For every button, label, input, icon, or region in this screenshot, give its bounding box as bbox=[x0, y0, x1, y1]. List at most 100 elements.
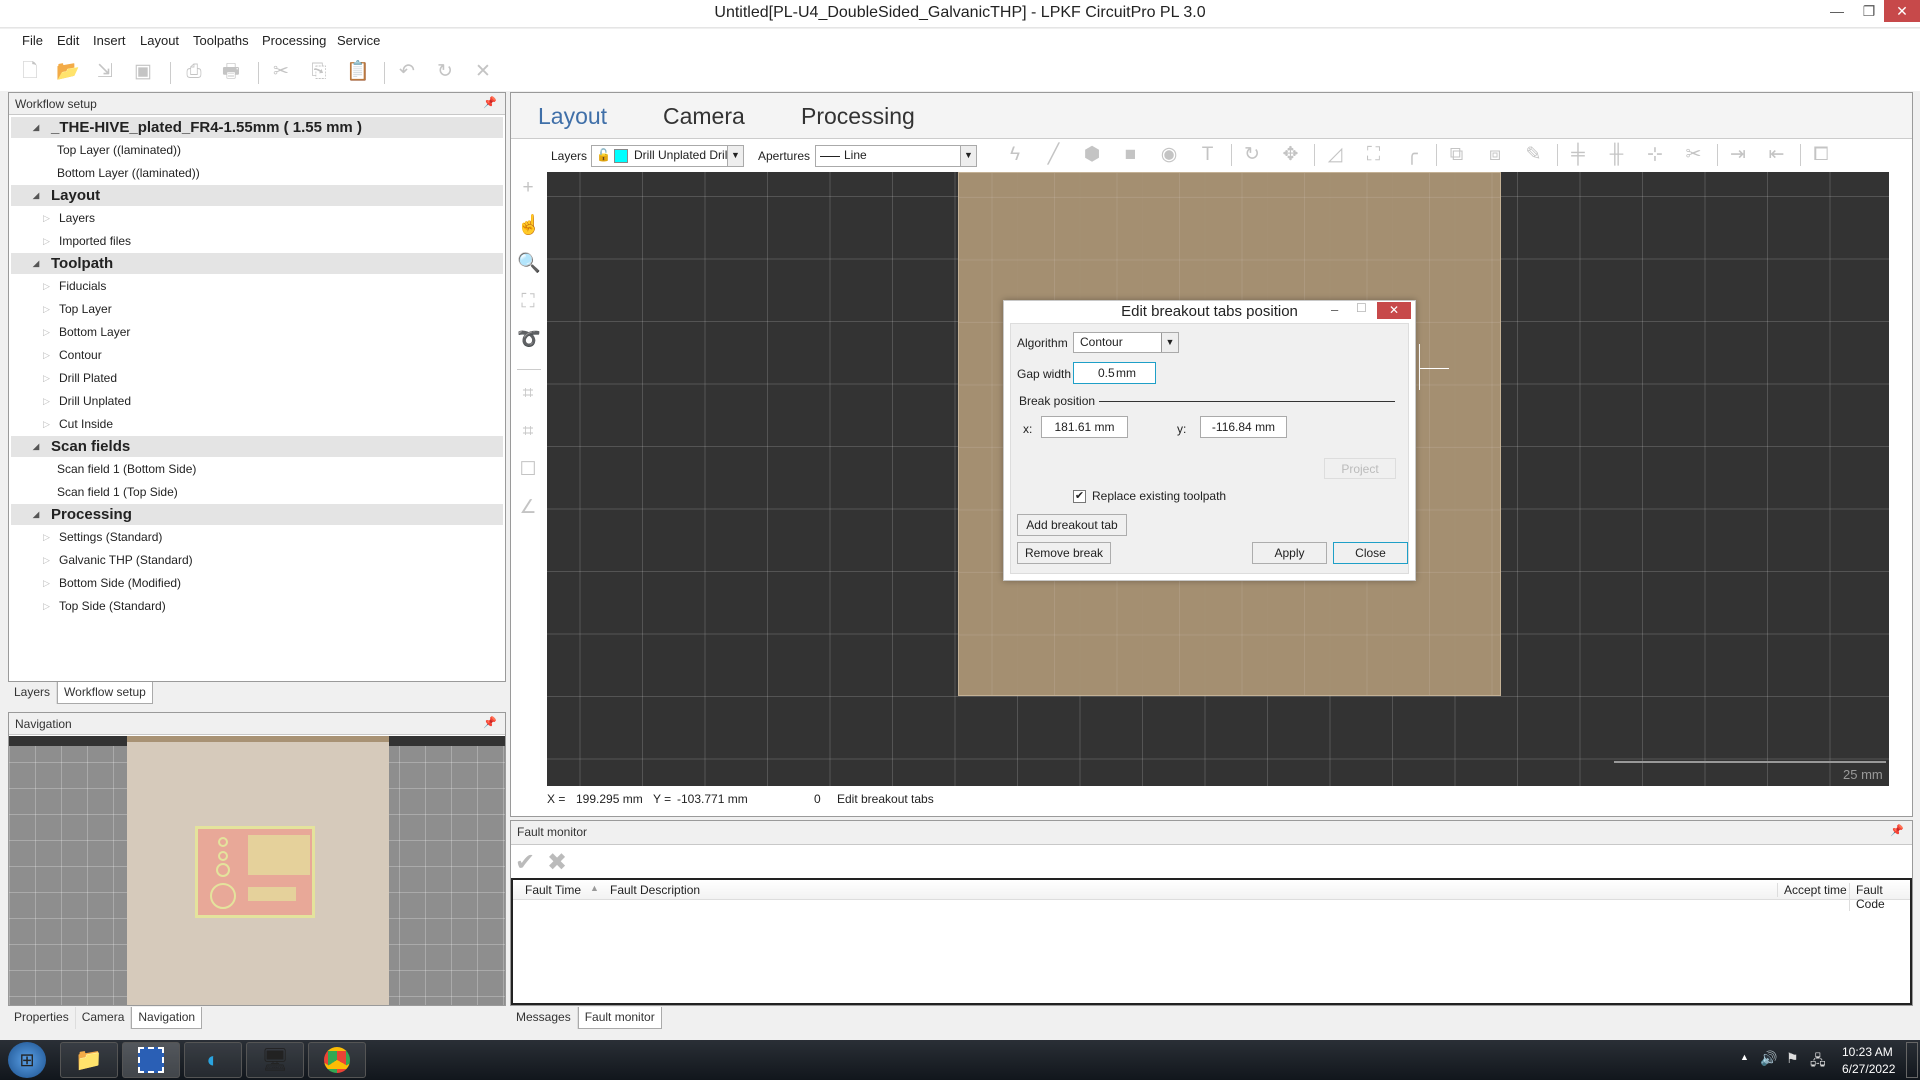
tree-section-toolpath[interactable]: ◢ Toolpath bbox=[11, 253, 503, 274]
tree-item[interactable]: ▷ Settings (Standard) bbox=[11, 526, 503, 548]
col-fault-description[interactable]: Fault Description bbox=[610, 883, 700, 897]
collapsed-triangle-icon[interactable]: ▷ bbox=[43, 281, 53, 292]
fillet-icon[interactable]: ╭ bbox=[1401, 144, 1423, 166]
tree-item[interactable]: ▷ Cut Inside bbox=[11, 413, 503, 435]
algorithm-select[interactable]: Contour ▼ bbox=[1073, 332, 1179, 353]
tree-item[interactable]: ▷ Bottom Layer bbox=[11, 321, 503, 343]
tree-item[interactable]: Scan field 1 (Bottom Side) bbox=[11, 458, 503, 480]
chevron-down-icon[interactable]: ▼ bbox=[960, 146, 976, 166]
tree-item[interactable]: ▷ Bottom Side (Modified) bbox=[11, 572, 503, 594]
tab-camera[interactable]: Camera bbox=[76, 1007, 132, 1029]
text-icon[interactable]: T bbox=[1197, 144, 1219, 166]
delete-icon[interactable]: ✕ bbox=[472, 61, 494, 83]
break-x-input[interactable]: 181.61 mm bbox=[1041, 416, 1128, 438]
tab-camera-main[interactable]: Camera bbox=[663, 103, 745, 130]
dialog-close-x-button[interactable]: ✕ bbox=[1377, 302, 1411, 319]
chevron-down-icon[interactable]: ▼ bbox=[727, 146, 743, 166]
file-explorer-icon[interactable]: 📁 bbox=[60, 1042, 118, 1078]
expand-triangle-icon[interactable]: ◢ bbox=[33, 259, 45, 268]
clock-date[interactable]: 6/27/2022 bbox=[1842, 1062, 1895, 1076]
tab-properties[interactable]: Properties bbox=[8, 1007, 76, 1029]
collapsed-triangle-icon[interactable]: ▷ bbox=[43, 213, 53, 224]
accept-check-icon[interactable]: ✔ bbox=[515, 848, 535, 877]
pin-icon[interactable]: 📌 bbox=[1890, 824, 1904, 837]
measure-corner-icon[interactable]: ⌗ bbox=[517, 421, 539, 443]
tree-item[interactable]: ▷ Drill Unplated bbox=[11, 390, 503, 412]
cut-icon[interactable]: ✂ bbox=[270, 61, 292, 83]
new-icon[interactable]: 🗋 bbox=[19, 61, 41, 83]
show-desktop-button[interactable] bbox=[1906, 1042, 1918, 1078]
import-layer-icon[interactable]: ⇤ bbox=[1766, 144, 1788, 166]
tab-processing[interactable]: Processing bbox=[801, 103, 915, 130]
chrome-browser-icon[interactable] bbox=[308, 1042, 366, 1078]
export-icon[interactable]: ⇥ bbox=[1727, 144, 1749, 166]
collapsed-triangle-icon[interactable]: ▷ bbox=[43, 327, 53, 338]
collapsed-triangle-icon[interactable]: ▷ bbox=[43, 578, 53, 589]
collapsed-triangle-icon[interactable]: ▷ bbox=[43, 350, 53, 361]
tree-item[interactable]: ▷ Contour bbox=[11, 344, 503, 366]
collapsed-triangle-icon[interactable]: ▷ bbox=[43, 555, 53, 566]
action-center-flag-icon[interactable]: ⚑ bbox=[1786, 1050, 1799, 1067]
edit-pen-icon[interactable]: ✎ bbox=[1523, 144, 1545, 166]
measure-rect-icon[interactable]: ⌗ bbox=[517, 383, 539, 405]
show-hidden-icons[interactable]: ▲ bbox=[1740, 1052, 1749, 1062]
angle-icon[interactable]: ∠ bbox=[517, 497, 539, 519]
project-button[interactable]: Project bbox=[1324, 458, 1396, 479]
print-icon[interactable]: 🖶 bbox=[220, 61, 242, 83]
tab-navigation[interactable]: Navigation bbox=[131, 1007, 203, 1029]
zoom-fit-icon[interactable]: ⛶ bbox=[517, 291, 539, 313]
tree-item[interactable]: Bottom Layer ((laminated)) bbox=[11, 162, 503, 184]
expand-triangle-icon[interactable]: ◢ bbox=[33, 442, 45, 451]
break-y-input[interactable]: -116.84 mm bbox=[1200, 416, 1287, 438]
remove-break-button[interactable]: Remove break bbox=[1017, 542, 1111, 564]
tab-layout[interactable]: Layout bbox=[538, 103, 607, 130]
save-icon[interactable]: ▣ bbox=[132, 61, 154, 83]
lasso-icon[interactable]: ➰ bbox=[517, 329, 541, 351]
tab-messages[interactable]: Messages bbox=[510, 1007, 578, 1029]
menu-processing[interactable]: Processing bbox=[262, 33, 326, 48]
network-icon[interactable]: 🖧 bbox=[1810, 1050, 1826, 1074]
minimize-button[interactable]: — bbox=[1820, 0, 1854, 22]
replace-toolpath-checkbox[interactable]: ✔ bbox=[1073, 490, 1086, 503]
menu-insert[interactable]: Insert bbox=[93, 33, 126, 48]
gap-width-input[interactable]: 0.5 mm bbox=[1073, 362, 1156, 384]
circle-icon[interactable]: ◉ bbox=[1158, 144, 1180, 166]
tree-item[interactable]: ▷ Layers bbox=[11, 207, 503, 229]
close-button[interactable]: Close bbox=[1333, 542, 1408, 564]
dialog-minimize-button[interactable]: – bbox=[1331, 302, 1338, 317]
undo-icon[interactable]: ↶ bbox=[396, 61, 418, 83]
copy-icon[interactable]: ⎘ bbox=[308, 61, 330, 83]
lock-icon[interactable]: 🔓 bbox=[596, 148, 611, 162]
tree-section-layout[interactable]: ◢ Layout bbox=[11, 185, 503, 206]
menu-edit[interactable]: Edit bbox=[57, 33, 79, 48]
control-panel-icon[interactable]: 🖥 bbox=[246, 1042, 304, 1078]
polygon-icon[interactable]: ⬢ bbox=[1081, 144, 1103, 166]
menu-layout[interactable]: Layout bbox=[140, 33, 179, 48]
collapsed-triangle-icon[interactable]: ▷ bbox=[43, 373, 53, 384]
tab-layers[interactable]: Layers bbox=[8, 682, 58, 704]
redo-icon[interactable]: ↻ bbox=[434, 61, 456, 83]
reject-x-icon[interactable]: ✖ bbox=[547, 848, 567, 877]
expand-triangle-icon[interactable]: ◢ bbox=[33, 510, 45, 519]
pin-icon[interactable]: 📌 bbox=[483, 716, 497, 729]
distribute-icon[interactable]: ╫ bbox=[1606, 144, 1628, 166]
line-icon[interactable]: ╱ bbox=[1043, 144, 1065, 166]
dialog-maximize-button[interactable]: ☐ bbox=[1356, 301, 1367, 315]
col-accept-time[interactable]: Accept time bbox=[1777, 883, 1847, 897]
group-icon[interactable]: ⧠ bbox=[1810, 144, 1832, 166]
tree-item[interactable]: ▷ Top Layer bbox=[11, 298, 503, 320]
aperture-select[interactable]: Line ▼ bbox=[815, 145, 977, 167]
tree-material[interactable]: ◢ _THE-HIVE_plated_FR4-1.55mm ( 1.55 mm ) bbox=[11, 117, 503, 138]
align-icon[interactable]: ╪ bbox=[1567, 144, 1589, 166]
pin-icon[interactable]: 📌 bbox=[483, 96, 497, 109]
zoom-window-icon[interactable]: 🔍 bbox=[517, 253, 541, 275]
tree-item[interactable]: ▷ Fiducials bbox=[11, 275, 503, 297]
collapsed-triangle-icon[interactable]: ▷ bbox=[43, 532, 53, 543]
tree-item[interactable]: Top Layer ((laminated)) bbox=[11, 139, 503, 161]
flash-icon[interactable]: ϟ bbox=[1004, 144, 1026, 166]
col-fault-code[interactable]: Fault Code bbox=[1849, 883, 1910, 911]
collapsed-triangle-icon[interactable]: ▷ bbox=[43, 304, 53, 315]
pan-hand-icon[interactable]: ☝ bbox=[517, 215, 541, 237]
clock-time[interactable]: 10:23 AM bbox=[1842, 1045, 1893, 1059]
measure-box-icon[interactable]: ☐ bbox=[517, 459, 539, 481]
